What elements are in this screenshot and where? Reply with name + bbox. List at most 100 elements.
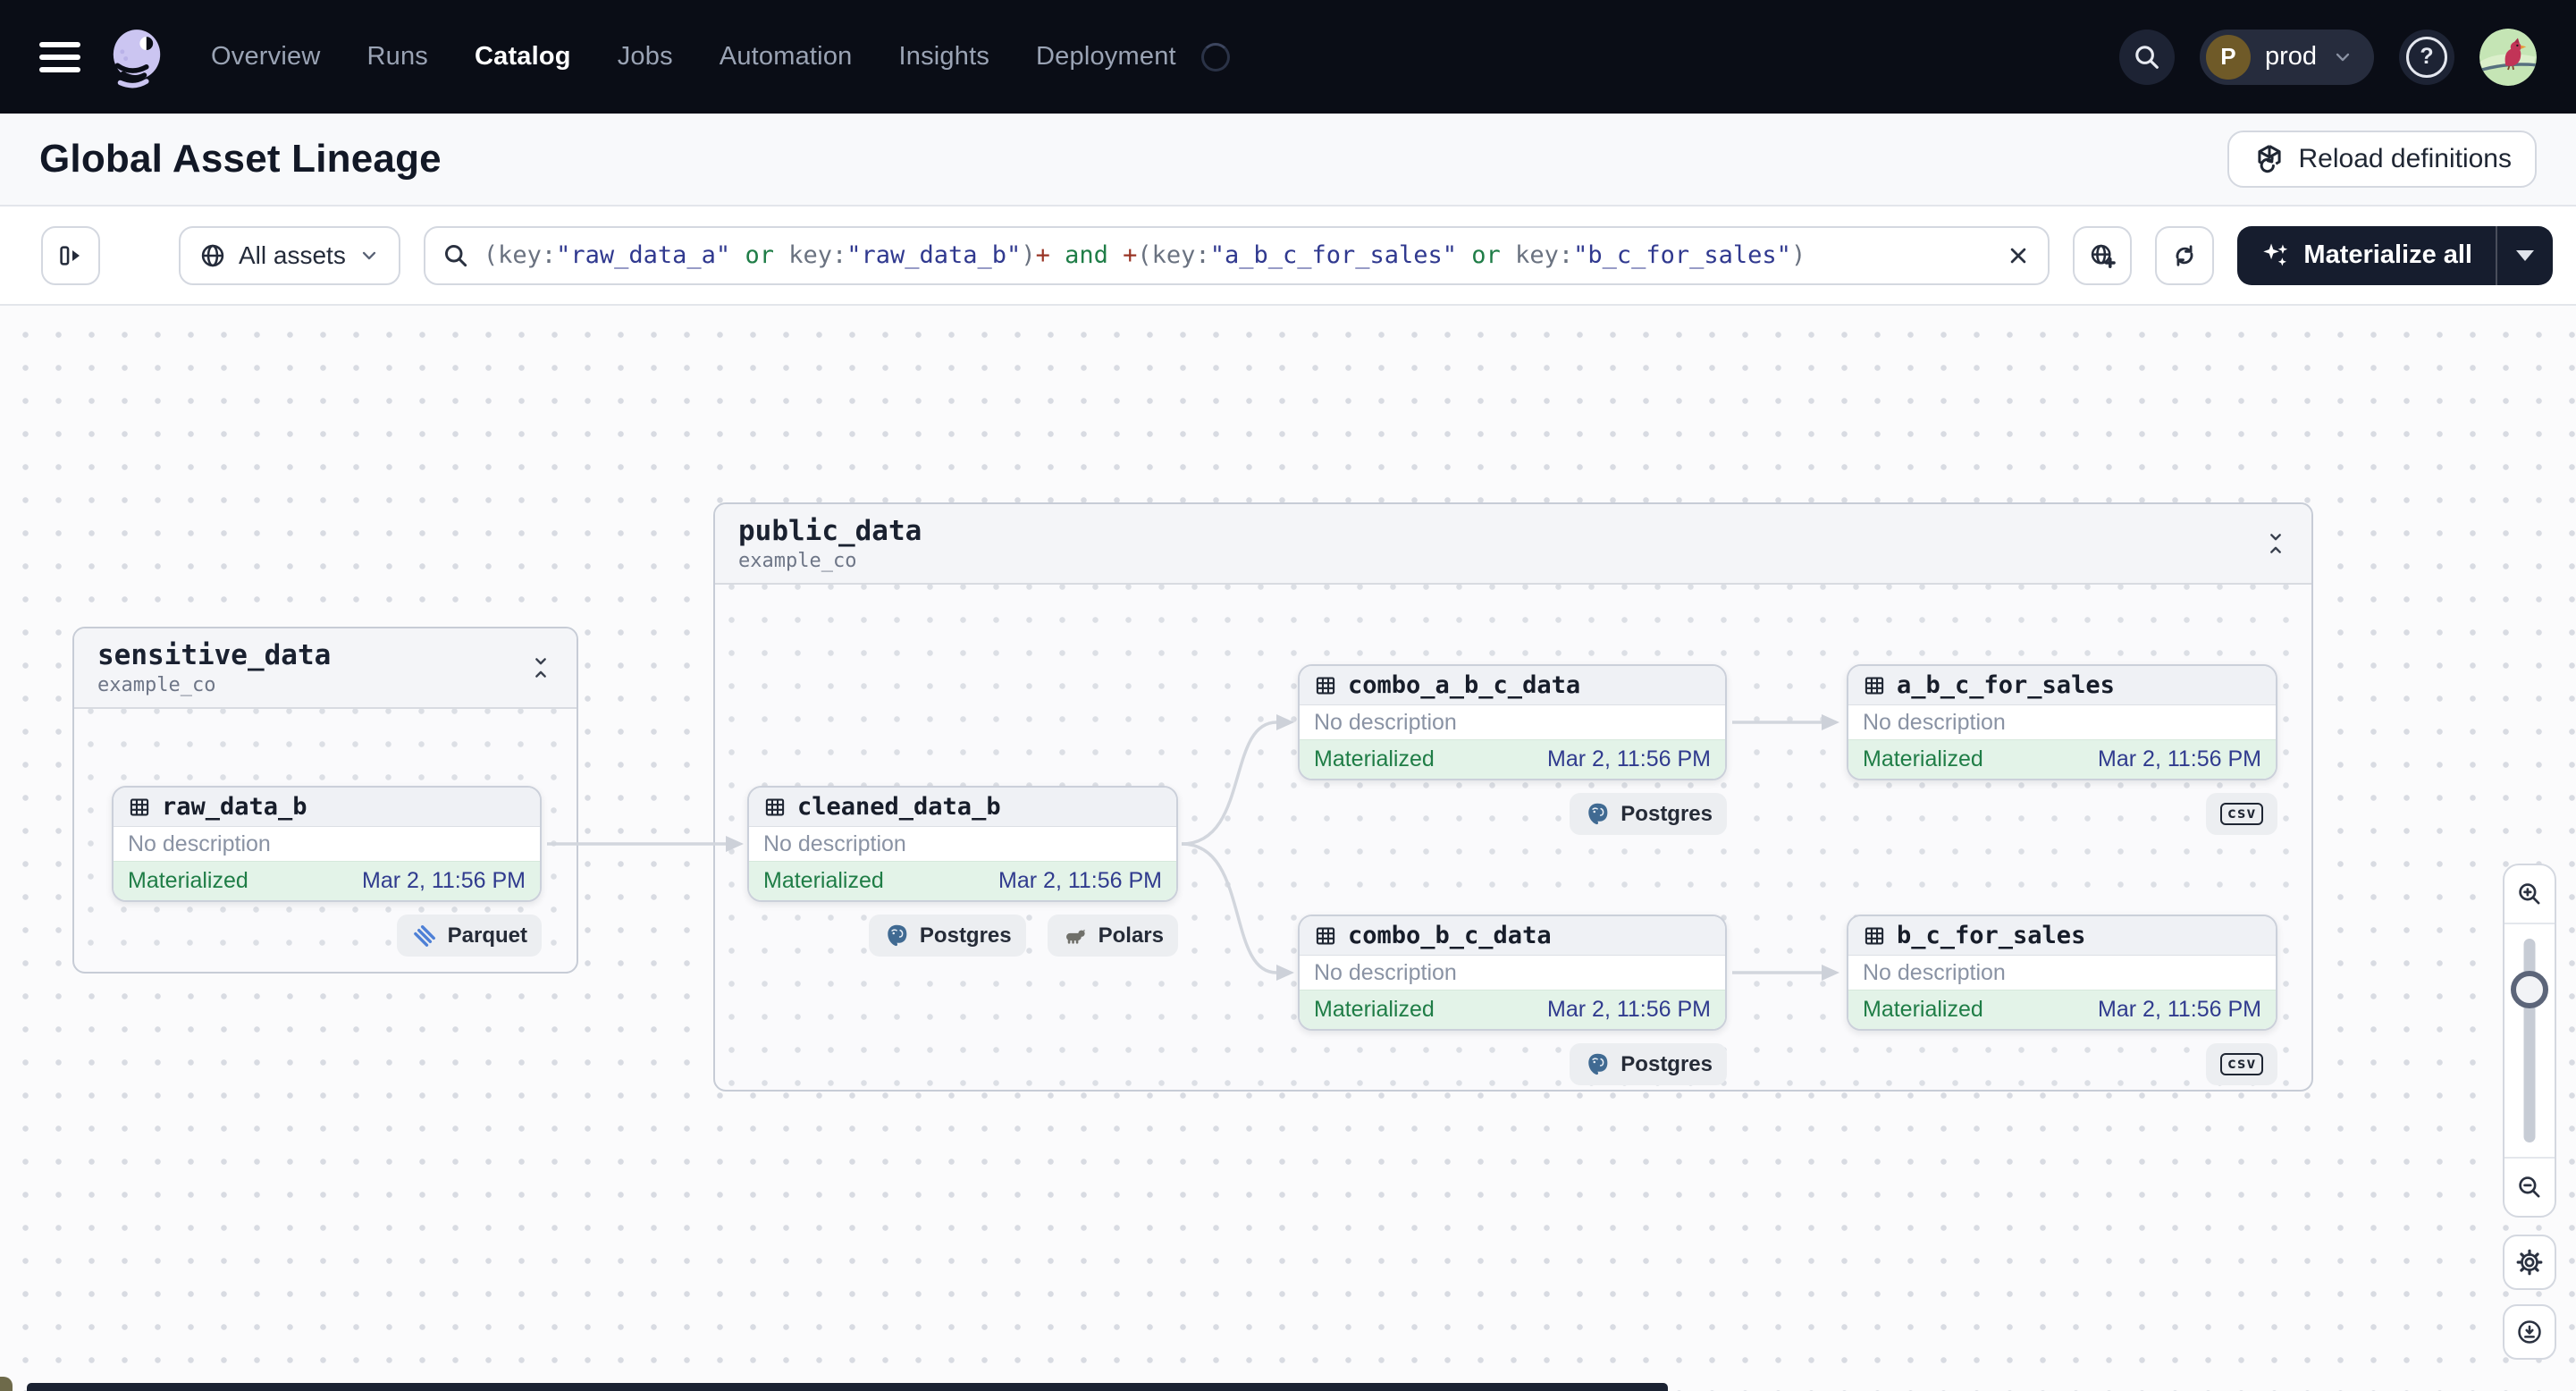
download-icon bbox=[2515, 1318, 2544, 1346]
asset-status: Materialized bbox=[1863, 997, 1983, 1022]
group-location: example_co bbox=[738, 550, 857, 572]
nav-item-catalog[interactable]: Catalog bbox=[475, 42, 571, 72]
environment-switcher[interactable]: P prod bbox=[2199, 29, 2374, 85]
user-avatar[interactable] bbox=[2479, 28, 2537, 86]
asset-scope-label: All assets bbox=[239, 240, 346, 269]
tag-label: Postgres bbox=[1621, 1051, 1713, 1076]
table-icon bbox=[1863, 924, 1886, 948]
postgres-icon bbox=[883, 923, 910, 949]
asset-timestamp: Mar 2, 11:56 PM bbox=[362, 868, 526, 893]
zoom-in-icon bbox=[2515, 880, 2544, 908]
open-panel-button[interactable] bbox=[41, 225, 100, 285]
group-header: public_data example_co bbox=[715, 504, 2311, 585]
asset-timestamp: Mar 2, 11:56 PM bbox=[2098, 997, 2261, 1022]
table-icon bbox=[128, 796, 151, 819]
nav-right: P prod ? bbox=[2118, 28, 2537, 86]
asset-node-raw_data_b[interactable]: raw_data_b No description Materialized Ma… bbox=[112, 786, 542, 957]
globe-icon bbox=[198, 241, 227, 270]
menu-icon[interactable] bbox=[39, 41, 80, 72]
asset-timestamp: Mar 2, 11:56 PM bbox=[998, 868, 1162, 893]
nav-item-automation[interactable]: Automation bbox=[720, 42, 853, 72]
clear-query-button[interactable] bbox=[2005, 242, 2032, 269]
collapse-group-button[interactable] bbox=[2263, 531, 2288, 556]
globe-plus-icon bbox=[2088, 241, 2117, 270]
zoom-slider-track[interactable] bbox=[2523, 939, 2536, 1142]
top-nav: Overview Runs Catalog Jobs Automation In… bbox=[0, 0, 2576, 114]
asset-selection-query[interactable]: (key:"raw_data_a" or key:"raw_data_b")+ … bbox=[484, 241, 1992, 269]
asset-scope-dropdown[interactable]: All assets bbox=[179, 225, 400, 285]
nav-item-runs[interactable]: Runs bbox=[366, 42, 428, 72]
asset-node-combo_a_b_c_data[interactable]: combo_a_b_c_data No description Material… bbox=[1298, 664, 1727, 835]
asset-description: No description bbox=[128, 830, 271, 856]
panel-expand-icon bbox=[56, 241, 85, 270]
download-graph-button[interactable] bbox=[2503, 1304, 2556, 1360]
reload-definitions-label: Reload definitions bbox=[2298, 144, 2513, 173]
table-icon bbox=[1314, 924, 1337, 948]
question-icon: ? bbox=[2406, 36, 2447, 78]
chevron-down-icon bbox=[358, 244, 381, 267]
zoom-controls bbox=[2503, 864, 2556, 1218]
help-button[interactable]: ? bbox=[2399, 29, 2454, 85]
asset-name: a_b_c_for_sales bbox=[1897, 671, 2115, 699]
asset-selection-input[interactable]: (key:"raw_data_a" or key:"raw_data_b")+ … bbox=[423, 225, 2050, 285]
tag-csv[interactable]: csv bbox=[2205, 793, 2277, 835]
asset-description: No description bbox=[1863, 709, 2006, 735]
zoom-out-button[interactable] bbox=[2504, 1159, 2555, 1216]
tag-polars[interactable]: Polars bbox=[1047, 915, 1178, 957]
asset-status: Materialized bbox=[1314, 746, 1435, 771]
dagster-logo-icon[interactable] bbox=[104, 24, 170, 90]
asset-description: No description bbox=[1863, 959, 2006, 985]
asset-node-b_c_for_sales[interactable]: b_c_for_sales No description Materialize… bbox=[1847, 915, 2277, 1085]
asset-name: cleaned_data_b bbox=[797, 793, 1001, 821]
caret-down-icon bbox=[2516, 249, 2534, 261]
nav-items: Overview Runs Catalog Jobs Automation In… bbox=[211, 42, 1230, 72]
asset-status: Materialized bbox=[763, 868, 884, 893]
asset-timestamp: Mar 2, 11:56 PM bbox=[1547, 746, 1711, 771]
environment-name: prod bbox=[2264, 42, 2317, 71]
tag-csv[interactable]: csv bbox=[2205, 1043, 2277, 1085]
refresh-button[interactable] bbox=[2155, 225, 2215, 285]
page-title: Global Asset Lineage bbox=[39, 137, 442, 181]
tag-postgres[interactable]: Postgres bbox=[1570, 1043, 1727, 1085]
refresh-icon bbox=[2170, 241, 2199, 270]
zoom-slider[interactable] bbox=[2504, 923, 2555, 1159]
asset-node-cleaned_data_b[interactable]: cleaned_data_b No description Materializ… bbox=[747, 786, 1178, 957]
asset-timestamp: Mar 2, 11:56 PM bbox=[1547, 997, 1711, 1022]
nav-item-jobs[interactable]: Jobs bbox=[618, 42, 673, 72]
lineage-canvas[interactable]: sensitive_data example_co public_data ex… bbox=[0, 306, 2576, 1391]
group-name: public_data bbox=[738, 515, 922, 547]
table-icon bbox=[763, 796, 787, 819]
asset-status: Materialized bbox=[128, 868, 248, 893]
tag-postgres[interactable]: Postgres bbox=[868, 915, 1026, 957]
collapse-icon bbox=[2263, 531, 2288, 556]
materialize-all-label: Materialize all bbox=[2303, 240, 2472, 269]
zoom-out-icon bbox=[2515, 1173, 2544, 1201]
view-graph-options-button[interactable] bbox=[2073, 225, 2133, 285]
materialize-all-button[interactable]: Materialize all bbox=[2237, 226, 2496, 285]
chevron-down-icon bbox=[2331, 46, 2354, 69]
tag-postgres[interactable]: Postgres bbox=[1570, 793, 1727, 835]
nav-item-insights[interactable]: Insights bbox=[898, 42, 989, 72]
asset-status: Materialized bbox=[1863, 746, 1983, 771]
asset-node-combo_b_c_data[interactable]: combo_b_c_data No description Materializ… bbox=[1298, 915, 1727, 1085]
search-button[interactable] bbox=[2118, 29, 2175, 85]
nav-item-overview[interactable]: Overview bbox=[211, 42, 320, 72]
asset-name: combo_a_b_c_data bbox=[1348, 671, 1581, 699]
avatar-bird-image bbox=[2479, 28, 2537, 86]
asset-node-a_b_c_for_sales[interactable]: a_b_c_for_sales No description Materiali… bbox=[1847, 664, 2277, 835]
nav-item-deployment[interactable]: Deployment bbox=[1036, 42, 1176, 72]
zoom-slider-handle[interactable] bbox=[2511, 971, 2548, 1008]
group-name: sensitive_data bbox=[97, 639, 332, 671]
tag-parquet[interactable]: Parquet bbox=[396, 915, 542, 957]
environment-badge: P bbox=[2205, 34, 2251, 80]
collapse-group-button[interactable] bbox=[528, 655, 553, 680]
zoom-in-button[interactable] bbox=[2504, 865, 2555, 923]
postgres-icon bbox=[1584, 1051, 1611, 1078]
reload-definitions-button[interactable]: Reload definitions bbox=[2227, 131, 2537, 188]
asset-description: No description bbox=[1314, 959, 1457, 985]
parquet-icon bbox=[411, 923, 438, 949]
graph-settings-button[interactable] bbox=[2503, 1235, 2556, 1290]
bottom-bar bbox=[27, 1383, 1668, 1391]
materialize-options-button[interactable] bbox=[2497, 226, 2553, 285]
loading-spinner-icon bbox=[1200, 42, 1230, 72]
